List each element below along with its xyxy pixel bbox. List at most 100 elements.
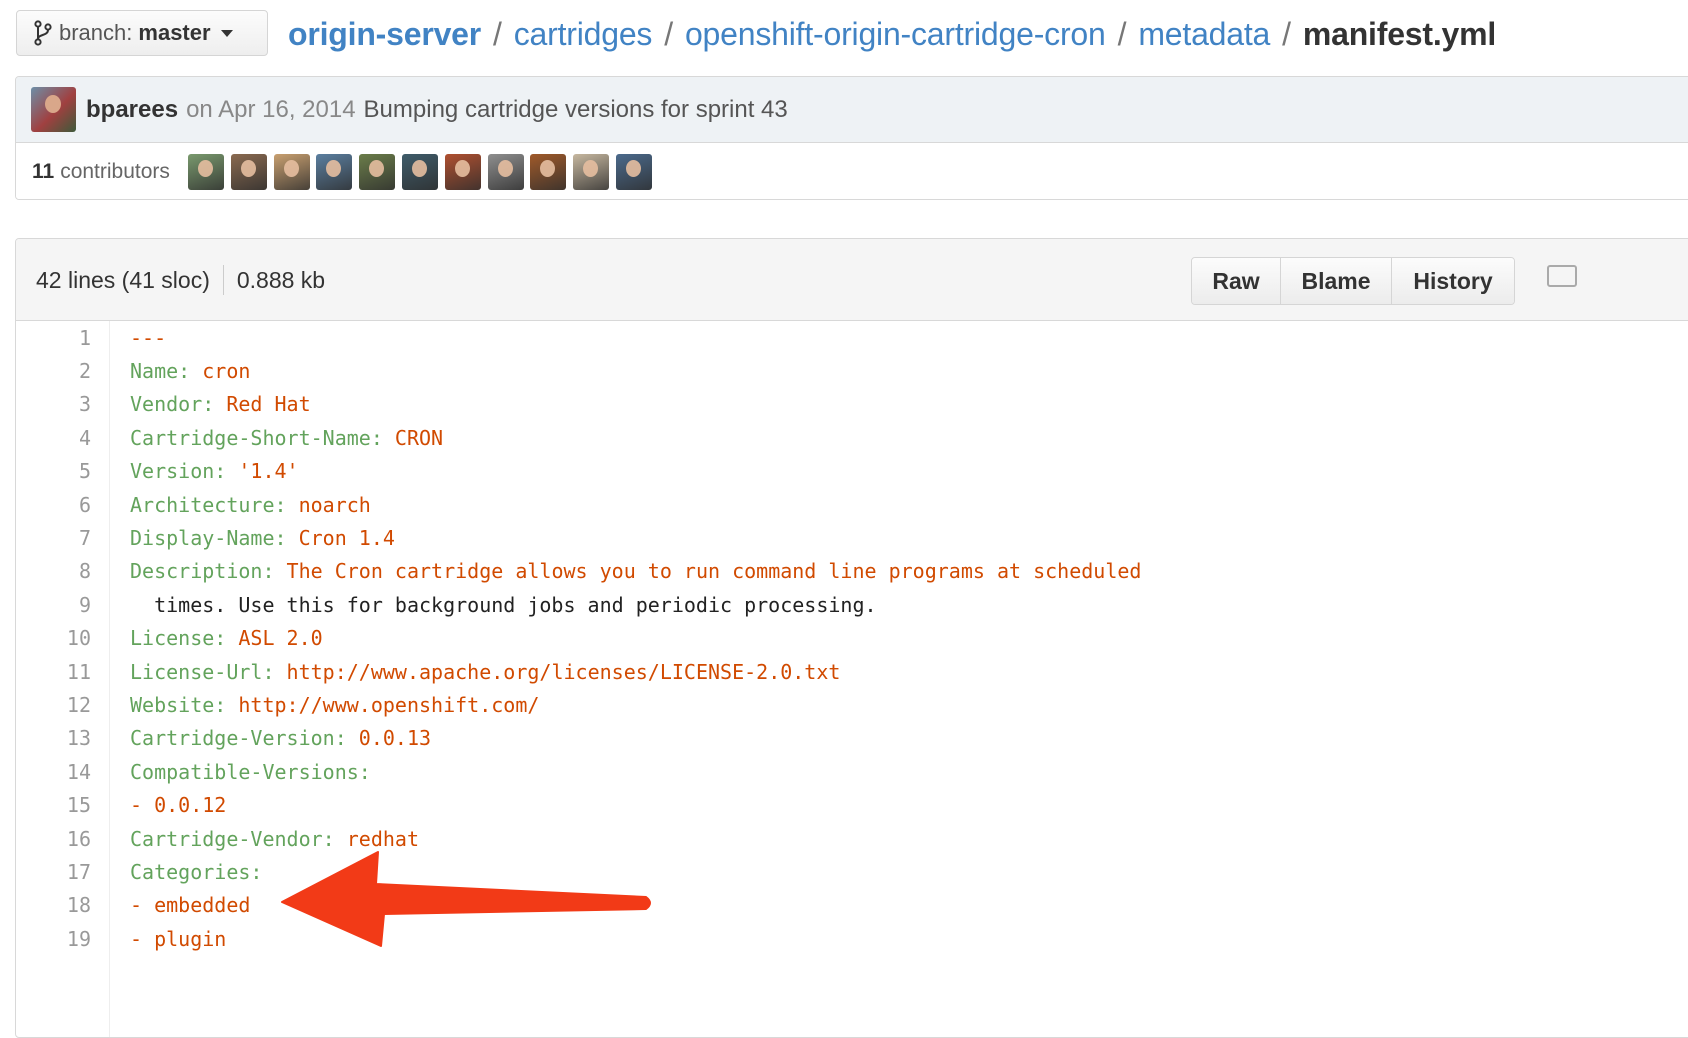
yaml-key: Cartridge-Short-Name: — [130, 425, 383, 450]
code-text: Categories: — [130, 860, 262, 884]
code-text: - plugin — [130, 927, 226, 951]
code-line: 4 Cartridge-Short-Name: CRON — [16, 421, 1666, 454]
line-number[interactable]: 6 — [16, 493, 91, 517]
yaml-value: '1.4' — [238, 459, 299, 484]
contributors-label[interactable]: contributors — [60, 160, 170, 184]
contributor-avatar[interactable] — [530, 153, 567, 190]
line-number[interactable]: 19 — [16, 927, 91, 951]
line-number[interactable]: 1 — [16, 326, 91, 350]
breadcrumb-repo-link[interactable]: origin-server — [288, 16, 481, 53]
yaml-key: Description: — [130, 559, 275, 584]
yaml-key: Architecture: — [130, 492, 287, 517]
breadcrumb-separator: / — [664, 15, 673, 52]
code-line: 15 - 0.0.12 — [16, 789, 1666, 822]
contributor-avatar[interactable] — [316, 153, 353, 190]
yaml-key: Compatible-Versions: — [130, 759, 371, 784]
yaml-key: Cartridge-Version: — [130, 726, 347, 751]
code-text: License: ASL 2.0 — [130, 626, 323, 650]
breadcrumb-metadata-link[interactable]: metadata — [1138, 16, 1270, 53]
contributor-avatar[interactable] — [359, 153, 396, 190]
code-text: Cartridge-Vendor: redhat — [130, 827, 419, 851]
line-number[interactable]: 10 — [16, 626, 91, 650]
line-number[interactable]: 3 — [16, 392, 91, 416]
caret-down-icon — [220, 29, 233, 37]
code-line: 10 License: ASL 2.0 — [16, 622, 1666, 655]
breadcrumb-separator: / — [1117, 15, 1127, 52]
branch-name: master — [138, 20, 211, 45]
breadcrumb-current-file: manifest.yml — [1302, 15, 1497, 52]
contributors-bar: 11 contributors — [16, 143, 1688, 199]
line-number[interactable]: 5 — [16, 459, 91, 483]
yaml-value: noarch — [298, 492, 371, 517]
code-line: 16 Cartridge-Vendor: redhat — [16, 822, 1666, 855]
code-line: 18 - embedded — [16, 889, 1666, 922]
yaml-key: License-Url: — [130, 659, 275, 684]
code-line: 8 Description: The Cron cartridge allows … — [16, 555, 1666, 588]
code-line: 1 --- — [16, 321, 1666, 354]
line-number[interactable]: 11 — [16, 660, 91, 684]
yaml-value: http://www.openshift.com/ — [238, 692, 540, 717]
desktop-icon[interactable] — [1547, 265, 1577, 287]
code-text: Architecture: noarch — [130, 493, 371, 517]
line-number[interactable]: 13 — [16, 726, 91, 750]
contributor-avatar[interactable] — [230, 153, 267, 190]
contributor-avatar[interactable] — [444, 153, 481, 190]
code-text: Version: '1.4' — [130, 459, 299, 483]
breadcrumb-separator: / — [1282, 15, 1291, 52]
branch-selector-button[interactable]: branch: master — [16, 10, 268, 56]
blame-button[interactable]: Blame — [1281, 258, 1392, 304]
yaml-key: Name: — [130, 358, 191, 383]
code-line: 9 times. Use this for background jobs an… — [16, 588, 1666, 621]
line-number[interactable]: 9 — [16, 593, 91, 617]
line-number[interactable]: 17 — [16, 860, 91, 884]
code-line: 13 Cartridge-Version: 0.0.13 — [16, 722, 1666, 755]
contributor-avatar[interactable] — [273, 153, 310, 190]
author-avatar[interactable] — [31, 87, 76, 132]
line-number[interactable]: 16 — [16, 827, 91, 851]
line-number[interactable]: 14 — [16, 760, 91, 784]
code-text: Cartridge-Version: 0.0.13 — [130, 726, 431, 750]
yaml-value: cron — [202, 358, 251, 383]
contributor-avatar[interactable] — [487, 153, 524, 190]
line-number[interactable]: 15 — [16, 793, 91, 817]
yaml-value: Cron 1.4 — [298, 525, 395, 550]
yaml-value: - embedded — [130, 893, 251, 918]
code-text: times. Use this for background jobs and … — [130, 592, 877, 617]
code-line: 5 Version: '1.4' — [16, 455, 1666, 488]
yaml-value: CRON — [394, 425, 444, 450]
yaml-value: ASL 2.0 — [238, 626, 323, 651]
contributors-count[interactable]: 11 — [32, 160, 54, 184]
line-number[interactable]: 2 — [16, 359, 91, 383]
line-number[interactable]: 8 — [16, 559, 91, 583]
history-button[interactable]: History — [1392, 258, 1514, 304]
line-number[interactable]: 4 — [16, 426, 91, 450]
code-text: Compatible-Versions: — [130, 760, 371, 784]
yaml-continuation: times. Use this for background jobs and … — [130, 592, 877, 617]
raw-button[interactable]: Raw — [1192, 258, 1281, 304]
yaml-value: redhat — [346, 826, 419, 851]
breadcrumb: origin-server / cartridges / openshift-o… — [288, 12, 1496, 56]
branch-label: branch: — [59, 20, 133, 45]
line-number[interactable]: 7 — [16, 526, 91, 550]
code-line: 11 License-Url: http://www.apache.org/lic… — [16, 655, 1666, 688]
commit-message-link[interactable]: Bumping cartridge versions for sprint 43 — [364, 96, 788, 124]
yaml-key: Categories: — [130, 859, 263, 884]
yaml-key: License: — [130, 626, 227, 651]
file-header: 42 lines (41 sloc) 0.888 kb Raw Blame Hi… — [16, 239, 1688, 321]
code-line: 3 Vendor: Red Hat — [16, 388, 1666, 421]
contributor-avatar[interactable] — [401, 153, 438, 190]
file-info: 42 lines (41 sloc) 0.888 kb — [36, 265, 325, 295]
contributor-avatar[interactable] — [187, 153, 224, 190]
yaml-value: - plugin — [130, 926, 227, 951]
line-number[interactable]: 18 — [16, 893, 91, 917]
file-size: 0.888 kb — [236, 266, 326, 293]
breadcrumb-cartridge-cron-link[interactable]: openshift-origin-cartridge-cron — [685, 16, 1106, 53]
breadcrumb-separator: / — [493, 15, 502, 52]
breadcrumb-cartridges-link[interactable]: cartridges — [514, 16, 653, 53]
commit-author-link[interactable]: bparees — [86, 96, 178, 124]
file-line-count: 42 lines (41 sloc) — [36, 266, 210, 293]
line-number[interactable]: 12 — [16, 693, 91, 717]
commit-tease: bparees on Apr 16, 2014 Bumping cartridg… — [15, 76, 1688, 200]
contributor-avatar[interactable] — [615, 153, 652, 190]
contributor-avatar[interactable] — [573, 153, 610, 190]
